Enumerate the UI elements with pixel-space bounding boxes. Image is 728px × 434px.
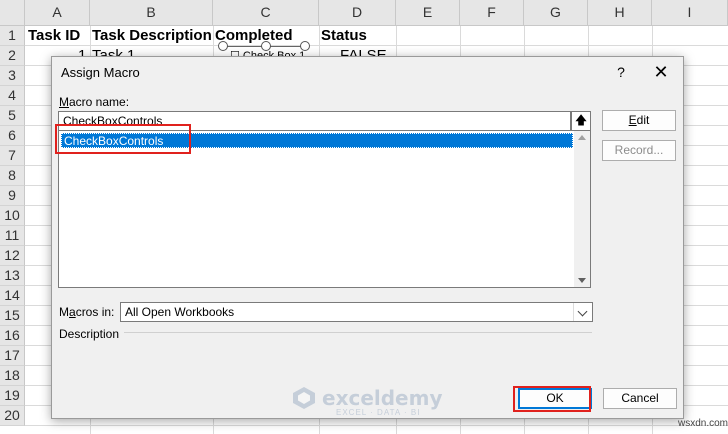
row-header-13[interactable]: 13: [0, 266, 25, 286]
row-header-5[interactable]: 5: [0, 106, 25, 126]
row-header-3[interactable]: 3: [0, 66, 25, 86]
column-header-d[interactable]: D: [319, 0, 396, 26]
assign-macro-dialog: Assign Macro ? ✕ Macro name: CheckBoxCon…: [51, 56, 684, 419]
close-icon[interactable]: ✕: [650, 61, 672, 83]
arrow-up-icon[interactable]: 🡅: [571, 111, 591, 131]
column-header-b[interactable]: B: [90, 0, 213, 26]
row-header-16[interactable]: 16: [0, 326, 25, 346]
watermark-brand: exceldemy: [322, 386, 443, 410]
help-button[interactable]: ?: [611, 62, 631, 82]
row-header-17[interactable]: 17: [0, 346, 25, 366]
row-header-6[interactable]: 6: [0, 126, 25, 146]
header-task-id: Task ID: [28, 27, 81, 44]
macros-in-value: All Open Workbooks: [125, 305, 235, 319]
column-header-c[interactable]: C: [213, 0, 319, 26]
macros-in-select[interactable]: All Open Workbooks: [120, 302, 593, 322]
row-header-7[interactable]: 7: [0, 146, 25, 166]
site-credit: wsxdn.com: [678, 418, 728, 429]
column-header-i[interactable]: I: [652, 0, 728, 26]
description-divider: [124, 332, 592, 333]
description-label: Description: [59, 327, 120, 341]
watermark-tagline: EXCEL · DATA · BI: [336, 408, 421, 417]
row-header-11[interactable]: 11: [0, 226, 25, 246]
highlight-ok-button: [513, 386, 591, 412]
chevron-down-icon[interactable]: [573, 303, 592, 321]
macro-name-label: Macro name:: [59, 95, 130, 109]
column-header-f[interactable]: F: [460, 0, 524, 26]
row-header-4[interactable]: 4: [0, 86, 25, 106]
highlight-macro-item: [55, 124, 191, 154]
column-header-h[interactable]: H: [588, 0, 652, 26]
header-status: Status: [321, 27, 367, 44]
row-header-20[interactable]: 20: [0, 406, 25, 426]
row-header-9[interactable]: 9: [0, 186, 25, 206]
row-header-8[interactable]: 8: [0, 166, 25, 186]
header-task-description: Task Description: [92, 27, 212, 44]
row-header-18[interactable]: 18: [0, 366, 25, 386]
edit-button[interactable]: Edit: [602, 110, 676, 131]
cancel-button[interactable]: Cancel: [603, 388, 677, 409]
row-header-19[interactable]: 19: [0, 386, 25, 406]
record-button[interactable]: Record...: [602, 140, 676, 161]
row-header-12[interactable]: 12: [0, 246, 25, 266]
dialog-title: Assign Macro: [61, 65, 140, 80]
scroll-up-icon[interactable]: [578, 135, 586, 140]
column-header-e[interactable]: E: [396, 0, 460, 26]
row-header-14[interactable]: 14: [0, 286, 25, 306]
select-all-corner[interactable]: [0, 0, 25, 26]
scroll-down-icon[interactable]: [578, 278, 586, 283]
row-header-1[interactable]: 1: [0, 26, 25, 46]
column-header-g[interactable]: G: [524, 0, 588, 26]
macros-in-label: Macros in:: [59, 305, 115, 319]
resize-handle[interactable]: [218, 41, 228, 51]
row-header-15[interactable]: 15: [0, 306, 25, 326]
row-header-2[interactable]: 2: [0, 46, 25, 66]
scrollbar[interactable]: [574, 131, 590, 287]
row-header-10[interactable]: 10: [0, 206, 25, 226]
exceldemy-logo-icon: [293, 387, 315, 409]
column-header-a[interactable]: A: [25, 0, 90, 26]
